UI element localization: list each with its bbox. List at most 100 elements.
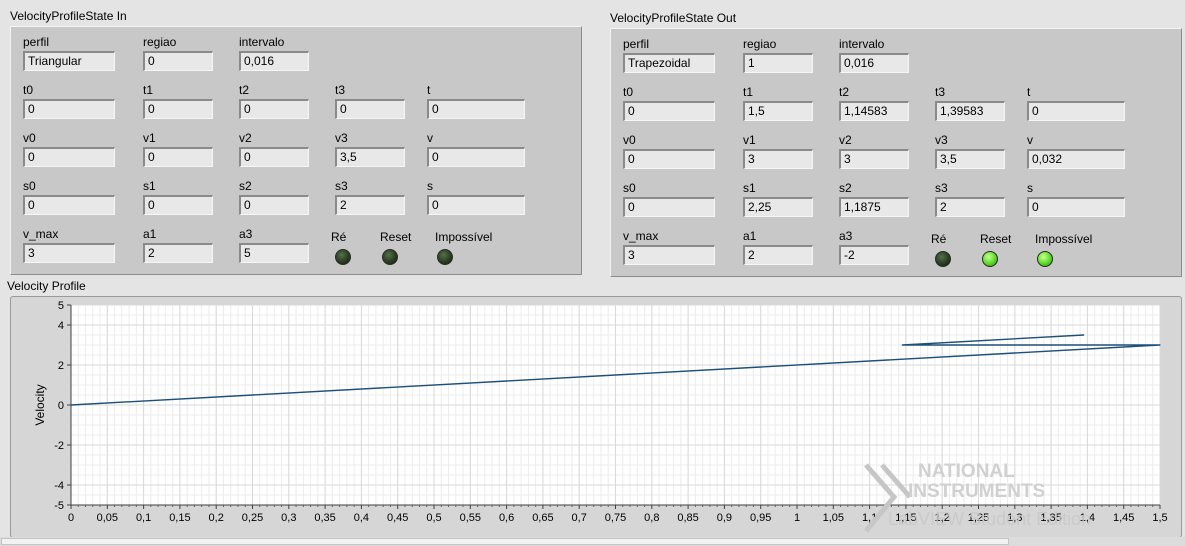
field-value[interactable]: 1,39583 [935, 101, 1005, 121]
led-indicator-icon[interactable] [382, 249, 398, 265]
scrollbar-thumb[interactable] [1, 538, 1009, 545]
x-tick-label: 1,05 [823, 512, 844, 524]
state-in-led-2[interactable]: Impossível [11, 230, 492, 265]
field-value[interactable]: 3 [23, 243, 115, 263]
field-value[interactable]: 1,1875 [839, 197, 909, 217]
field-value[interactable]: 2 [335, 195, 405, 215]
state-out-field-t0: t0 0 [623, 85, 715, 123]
field-value[interactable]: 0 [623, 101, 715, 121]
state-out-led-2[interactable]: Impossível [611, 232, 1092, 267]
state-out-field-regiao: regiao 1 [743, 37, 813, 75]
series-point [1159, 344, 1161, 346]
field-value[interactable]: 2 [743, 245, 813, 265]
led-label: Ré [331, 230, 347, 244]
field-value[interactable]: 0 [335, 99, 405, 119]
state-out-title: VelocityProfileState Out [610, 11, 737, 25]
series-point [70, 404, 72, 406]
state-out-field-t2: t2 1,14583 [839, 85, 909, 123]
x-tick-label: 0,15 [169, 512, 190, 524]
field-label: t [427, 83, 431, 97]
led-indicator-icon[interactable] [935, 251, 951, 267]
state-in-field-s0: s0 0 [23, 179, 115, 217]
state-in-field-s: s0 [427, 179, 525, 217]
state-out-field-a3: a3 -2 [839, 229, 909, 267]
field-value[interactable]: 0 [427, 195, 525, 215]
state-in-field-a3: a3 5 [239, 227, 309, 265]
y-tick-label: 2 [58, 360, 64, 372]
field-value[interactable]: -2 [839, 245, 909, 265]
state-out-field-v0: v0 0 [623, 133, 715, 171]
x-tick-label: 0,35 [314, 512, 335, 524]
field-value[interactable]: 0 [427, 99, 525, 119]
field-label: perfil [623, 37, 650, 51]
field-value[interactable]: 0,032 [1027, 149, 1125, 169]
field-value[interactable]: 3 [623, 245, 715, 265]
field-value[interactable]: 1 [743, 53, 813, 73]
field-value[interactable]: 0 [623, 149, 715, 169]
field-value[interactable]: 5 [239, 243, 309, 263]
state-in-field-v-max: v_max 3 [23, 227, 115, 265]
field-value[interactable]: 2 [143, 243, 213, 263]
state-out-field-v: v 0,032 [1027, 133, 1125, 171]
x-tick-label: 0,8 [644, 512, 659, 524]
field-value[interactable]: 2 [935, 197, 1005, 217]
state-in-field-s2: s2 0 [239, 179, 309, 217]
y-tick-label: -5 [54, 500, 64, 512]
field-value[interactable]: 1,5 [743, 101, 813, 121]
watermark-brand-line1: NATIONAL [918, 461, 1015, 482]
field-value[interactable]: 0,016 [839, 53, 909, 73]
field-label: a1 [143, 227, 157, 241]
state-out-field-perfil: perfil Trapezoidal [623, 37, 715, 75]
field-value[interactable]: 0 [143, 147, 213, 167]
field-label: s0 [623, 181, 636, 195]
field-value[interactable]: 0 [143, 99, 213, 119]
x-tick-label: 0,75 [605, 512, 626, 524]
field-label: s3 [935, 181, 948, 195]
field-value[interactable]: 0 [239, 147, 309, 167]
x-tick-label: 1 [794, 512, 800, 524]
field-value[interactable]: 2,25 [743, 197, 813, 217]
led-indicator-icon[interactable] [437, 249, 453, 265]
field-value[interactable]: 3,5 [935, 149, 1005, 169]
led-indicator-icon[interactable] [335, 249, 351, 265]
x-tick-label: 0,45 [387, 512, 408, 524]
x-tick-label: 0,9 [717, 512, 732, 524]
state-in-field-t0: t0 0 [23, 83, 115, 121]
y-tick-label: -4 [54, 480, 64, 492]
field-value[interactable]: 0 [427, 147, 525, 167]
field-value[interactable]: 0 [23, 99, 115, 119]
state-out-field-v3: v3 3,5 [935, 133, 1005, 171]
field-value[interactable]: 3 [743, 149, 813, 169]
watermark-brand-line2: INSTRUMENTS [908, 481, 1045, 502]
led-indicator-icon[interactable] [1037, 251, 1053, 267]
field-value[interactable]: 0 [623, 197, 715, 217]
field-value[interactable]: Triangular [23, 51, 115, 71]
field-value[interactable]: 0 [1027, 101, 1125, 121]
field-label: s1 [143, 179, 156, 193]
field-value[interactable]: 0 [143, 51, 213, 71]
field-value[interactable]: 0 [1027, 197, 1125, 217]
field-value[interactable]: 0 [239, 195, 309, 215]
led-label: Reset [380, 230, 412, 244]
field-value[interactable]: 3 [839, 149, 909, 169]
field-label: v0 [23, 131, 36, 145]
field-value[interactable]: 0 [23, 147, 115, 167]
field-label: v2 [839, 133, 852, 147]
state-out-field-a1: a1 2 [743, 229, 813, 267]
led-indicator-icon[interactable] [982, 251, 998, 267]
horizontal-scrollbar[interactable] [0, 537, 1185, 546]
field-value[interactable]: 0 [239, 99, 309, 119]
field-value[interactable]: 1,14583 [839, 101, 909, 121]
field-value[interactable]: 0 [143, 195, 213, 215]
state-in-field-perfil: perfil Triangular [23, 35, 115, 73]
field-value[interactable]: 0 [23, 195, 115, 215]
field-value[interactable]: Trapezoidal [623, 53, 715, 73]
field-label: intervalo [239, 35, 285, 49]
field-label: s2 [239, 179, 252, 193]
field-value[interactable]: 3,5 [335, 147, 405, 167]
state-out-field-v-max: v_max 3 [623, 229, 715, 267]
x-tick-label: 0,6 [499, 512, 514, 524]
field-value[interactable]: 0,016 [239, 51, 309, 71]
series-point [1083, 334, 1085, 336]
field-label: v2 [239, 131, 252, 145]
